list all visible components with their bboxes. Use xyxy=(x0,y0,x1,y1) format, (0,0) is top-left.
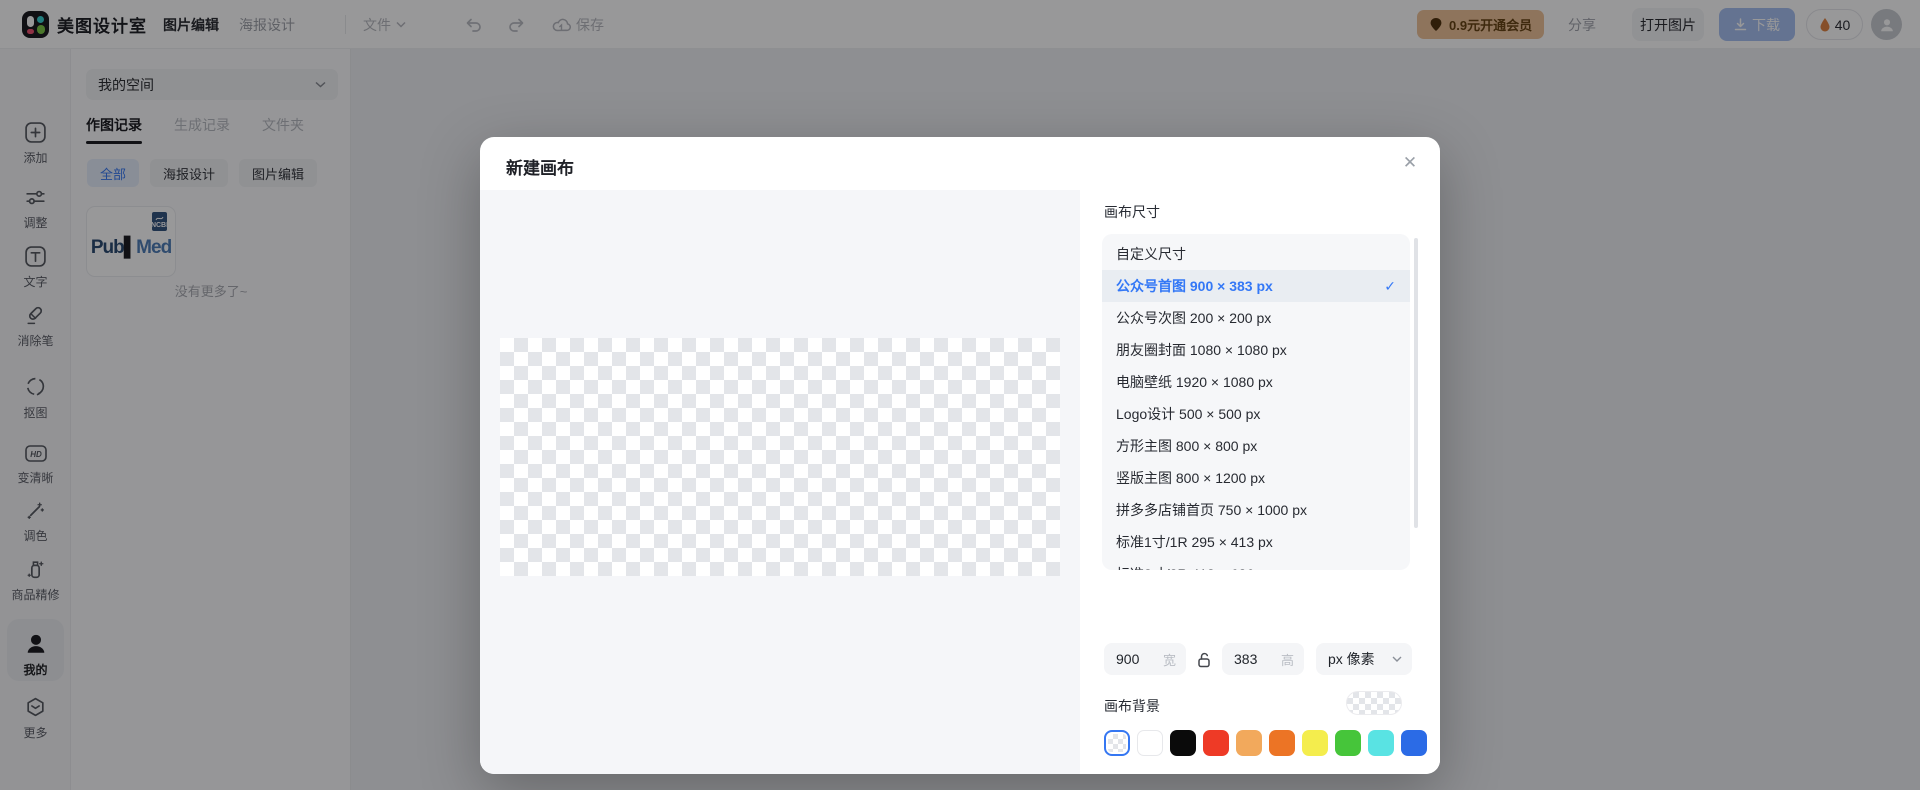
height-input[interactable]: 383 高 xyxy=(1222,643,1304,675)
width-value: 900 xyxy=(1116,651,1139,667)
swatch-color[interactable] xyxy=(1236,730,1262,756)
canvas-size-label: 画布尺寸 xyxy=(1104,202,1160,222)
chevron-down-icon xyxy=(1392,656,1402,662)
size-option[interactable]: Logo设计 500 × 500 px xyxy=(1102,398,1410,430)
size-option[interactable]: 拼多多店铺首页 750 × 1000 px xyxy=(1102,494,1410,526)
swatch-color[interactable] xyxy=(1335,730,1361,756)
width-input[interactable]: 900 宽 xyxy=(1104,643,1186,675)
size-option-selected[interactable]: 公众号首图 900 × 383 px✓ xyxy=(1102,270,1410,302)
list-scrollbar[interactable] xyxy=(1414,238,1418,528)
size-option[interactable]: 朋友圈封面 1080 × 1080 px xyxy=(1102,334,1410,366)
background-preview-swatch xyxy=(1346,691,1402,715)
swatch-transparent[interactable] xyxy=(1104,730,1130,756)
canvas-background-label: 画布背景 xyxy=(1104,696,1160,716)
swatch-color[interactable] xyxy=(1269,730,1295,756)
swatch-color[interactable] xyxy=(1401,730,1427,756)
background-swatches xyxy=(1104,730,1427,756)
size-option[interactable]: 公众号次图 200 × 200 px xyxy=(1102,302,1410,334)
new-canvas-dialog: 新建画布 ✕ 画布尺寸 自定义尺寸 公众号首图 900 × 383 px✓ 公众… xyxy=(480,137,1440,774)
dialog-title: 新建画布 xyxy=(506,154,574,179)
app-root: 美图设计室 图片编辑 海报设计 文件 保存 0.9元开通会员 分享 打开图片 下… xyxy=(0,0,1920,790)
swatch-color[interactable] xyxy=(1137,730,1163,756)
size-option[interactable]: 电脑壁纸 1920 × 1080 px xyxy=(1102,366,1410,398)
unit-select[interactable]: px 像素 xyxy=(1316,643,1412,675)
dimension-inputs: 900 宽 383 高 px 像素 xyxy=(1104,643,1412,675)
size-option[interactable]: 方形主图 800 × 800 px xyxy=(1102,430,1410,462)
swatch-color[interactable] xyxy=(1302,730,1328,756)
lock-open-icon xyxy=(1196,651,1212,668)
unit-value: px 像素 xyxy=(1328,649,1375,669)
aspect-lock-button[interactable] xyxy=(1186,651,1222,668)
width-suffix: 宽 xyxy=(1163,650,1176,669)
size-option[interactable]: 标准1寸/1R 295 × 413 px xyxy=(1102,526,1410,558)
close-icon[interactable]: ✕ xyxy=(1396,149,1424,177)
swatch-color[interactable] xyxy=(1203,730,1229,756)
transparent-canvas-preview xyxy=(500,338,1060,576)
swatch-color[interactable] xyxy=(1368,730,1394,756)
canvas-size-list: 自定义尺寸 公众号首图 900 × 383 px✓ 公众号次图 200 × 20… xyxy=(1102,234,1410,570)
check-icon: ✓ xyxy=(1384,278,1396,295)
size-option[interactable]: 标准2寸/2R 413 × 626 px xyxy=(1102,558,1410,570)
height-value: 383 xyxy=(1234,651,1257,667)
canvas-settings-pane: 画布尺寸 自定义尺寸 公众号首图 900 × 383 px✓ 公众号次图 200… xyxy=(1080,190,1440,774)
size-option[interactable]: 竖版主图 800 × 1200 px xyxy=(1102,462,1410,494)
size-option-custom[interactable]: 自定义尺寸 xyxy=(1102,238,1410,270)
swatch-color[interactable] xyxy=(1170,730,1196,756)
canvas-preview-pane xyxy=(480,190,1080,774)
height-suffix: 高 xyxy=(1281,650,1294,669)
